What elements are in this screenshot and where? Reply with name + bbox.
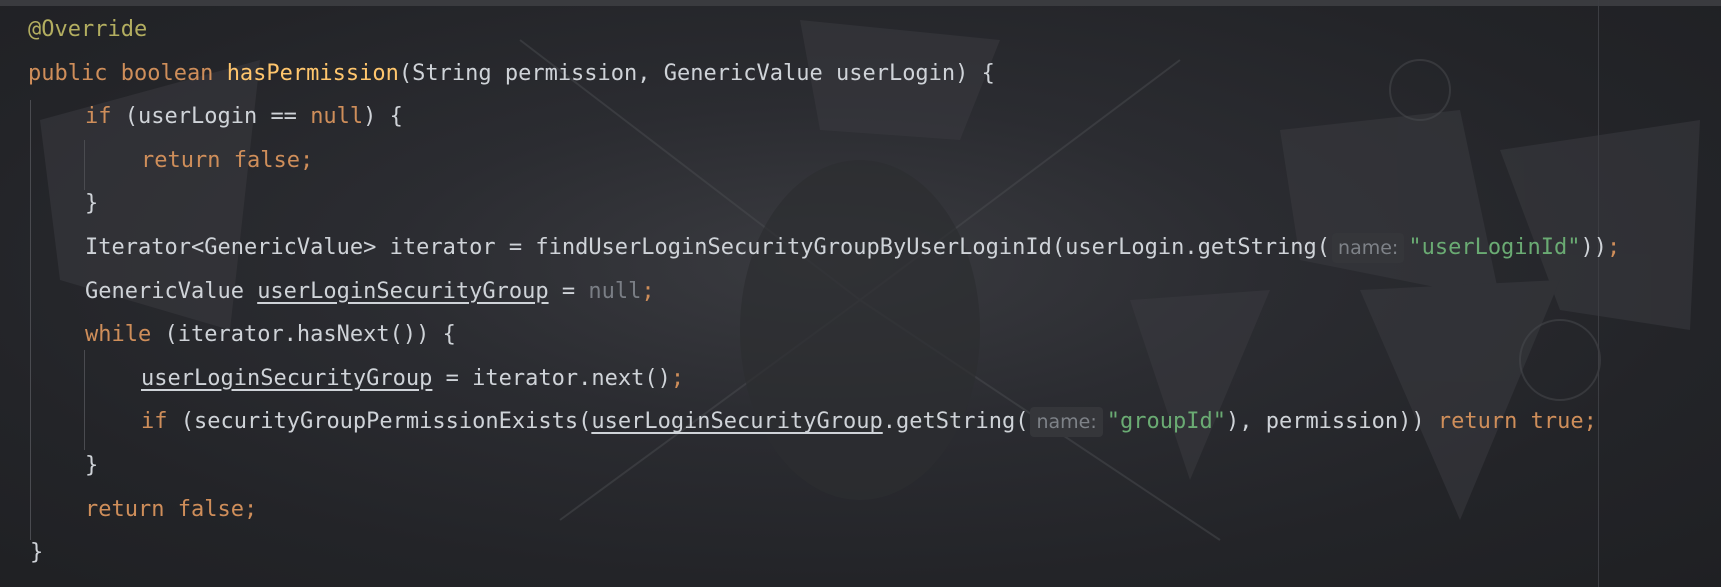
reassigned-variable: userLoginSecurityGroup	[591, 409, 883, 435]
code-text: = iterator.next()	[432, 365, 671, 391]
code-text: (String permission, GenericValue userLog…	[398, 60, 995, 86]
annotation: @Override	[28, 17, 148, 42]
code-text: .getString(	[882, 409, 1029, 435]
keyword: while	[85, 322, 152, 348]
editor-top-border	[0, 0, 1721, 6]
semicolon: ;	[1583, 409, 1597, 435]
code-text: ), permission))	[1225, 409, 1438, 435]
method-name: hasPermission	[226, 60, 399, 86]
brace: }	[85, 191, 99, 217]
code-line[interactable]: userLoginSecurityGroup = iterator.next()…	[0, 357, 1721, 401]
string-literal: "userLoginId"	[1408, 234, 1581, 260]
code-line[interactable]: }	[0, 182, 1721, 226]
code-line[interactable]: return false;	[0, 488, 1721, 532]
code-text: (userLogin ==	[111, 104, 311, 130]
code-line[interactable]: return false;	[0, 139, 1721, 183]
code-text: ) {	[363, 104, 403, 130]
code-line[interactable]: @Override	[0, 8, 1721, 52]
keyword: if	[85, 104, 112, 130]
code-text: ))	[1580, 234, 1608, 260]
code-text: (iterator.hasNext()) {	[151, 322, 456, 348]
code-editor[interactable]: @Override public boolean hasPermission(S…	[0, 0, 1721, 587]
null-literal: null	[310, 104, 364, 130]
code-line[interactable]: Iterator<GenericValue> iterator = findUs…	[0, 226, 1721, 270]
semicolon: ;	[243, 496, 258, 522]
reassigned-variable: userLoginSecurityGroup	[141, 365, 433, 391]
code-line[interactable]: GenericValue userLoginSecurityGroup = nu…	[0, 270, 1721, 314]
code-line[interactable]: }	[0, 444, 1721, 488]
code-line[interactable]: if (securityGroupPermissionExists(userLo…	[0, 400, 1721, 444]
code-lines[interactable]: @Override public boolean hasPermission(S…	[0, 8, 1721, 575]
semicolon: ;	[670, 365, 685, 391]
code-line[interactable]: if (userLogin == null) {	[0, 95, 1721, 139]
code-line[interactable]: while (iterator.hasNext()) {	[0, 313, 1721, 357]
parameter-hint: name:	[1332, 232, 1405, 263]
semicolon: ;	[1607, 234, 1621, 260]
semicolon: ;	[299, 147, 314, 173]
brace: }	[85, 452, 99, 478]
semicolon: ;	[641, 278, 655, 304]
keyword: public boolean	[28, 60, 227, 86]
code-text: GenericValue	[85, 278, 258, 304]
string-literal: "groupId"	[1106, 409, 1226, 435]
keyword: if	[141, 409, 168, 435]
code-text: (securityGroupPermissionExists(	[167, 409, 592, 435]
keyword: return true	[1437, 409, 1584, 435]
code-text: Iterator<GenericValue> iterator = findUs…	[85, 234, 1331, 260]
code-line[interactable]: public boolean hasPermission(String perm…	[0, 52, 1721, 96]
brace: }	[30, 540, 44, 566]
keyword: return false	[141, 147, 300, 173]
code-text: =	[548, 278, 589, 304]
keyword: return false	[85, 496, 244, 522]
null-literal: null	[588, 278, 642, 304]
parameter-hint: name:	[1030, 407, 1103, 438]
code-line[interactable]: }	[0, 531, 1721, 575]
reassigned-variable: userLoginSecurityGroup	[257, 278, 549, 304]
